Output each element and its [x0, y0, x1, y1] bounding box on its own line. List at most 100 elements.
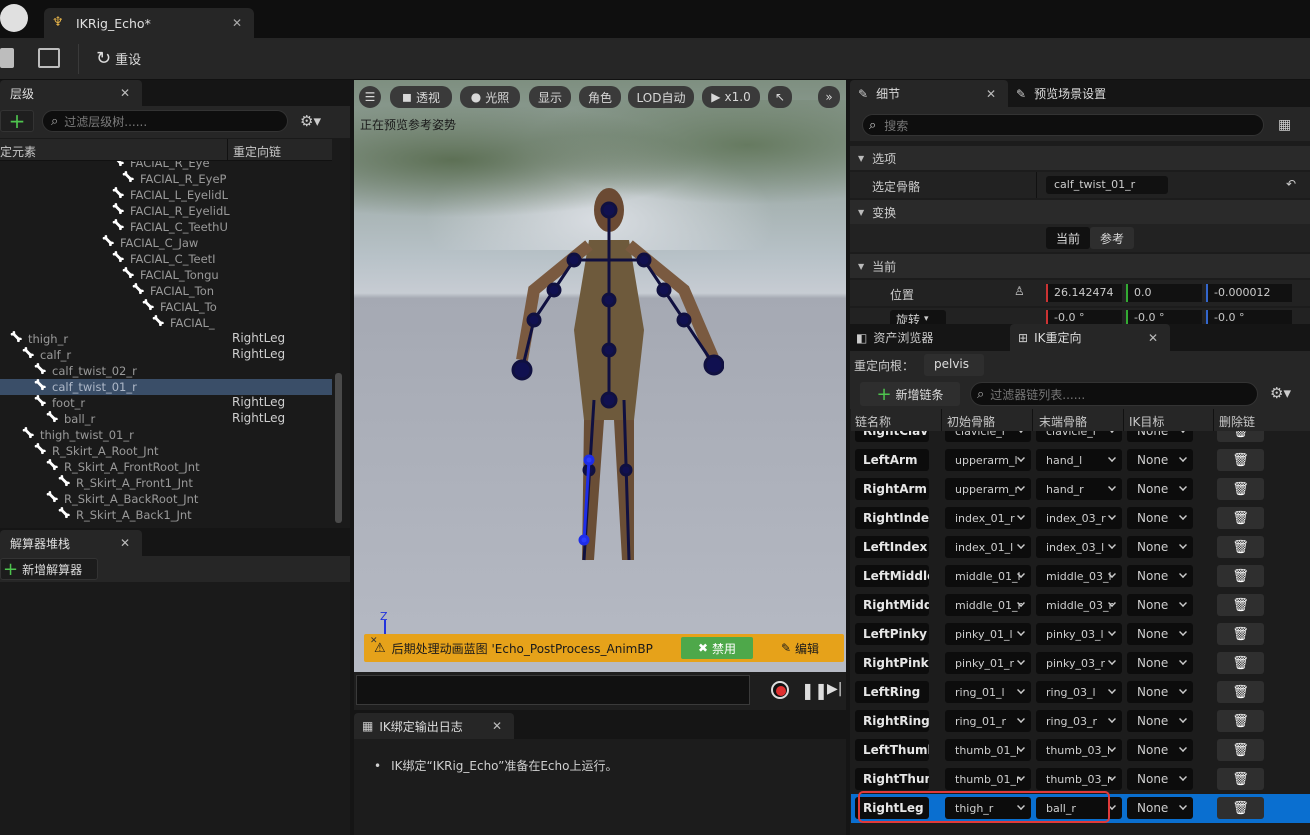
section-transform[interactable]: ▼ 变换	[850, 200, 1310, 224]
end-bone-dropdown[interactable]: middle_03_r	[1036, 594, 1122, 616]
close-tab-icon[interactable]: ✕	[232, 16, 242, 30]
chain-row[interactable]: RightIndex index_01_r index_03_r None 🗑	[851, 504, 1310, 533]
delete-chain-button[interactable]: 🗑	[1217, 739, 1264, 761]
close-details-icon[interactable]: ✕	[986, 87, 996, 101]
rotation-dropdown[interactable]: 旋转 ▾	[890, 310, 946, 324]
details-search-input[interactable]: ⌕ 搜索	[862, 114, 1264, 136]
ik-goal-dropdown[interactable]: None	[1127, 797, 1193, 819]
end-bone-dropdown[interactable]: index_03_l	[1036, 536, 1122, 558]
browse-icon[interactable]	[38, 48, 60, 68]
delete-chain-button[interactable]: 🗑	[1217, 681, 1264, 703]
chain-name-field[interactable]: RightRing	[855, 710, 929, 732]
start-bone-dropdown[interactable]: pinky_01_l	[945, 623, 1031, 645]
expand-toolbar-icon[interactable]: »	[818, 86, 840, 108]
delete-chain-button[interactable]: 🗑	[1217, 449, 1264, 471]
start-bone-dropdown[interactable]: index_01_r	[945, 507, 1031, 529]
chain-row[interactable]: LeftThumb thumb_01_l thumb_03_l None 🗑	[851, 736, 1310, 765]
ik-goal-dropdown[interactable]: None	[1127, 449, 1193, 471]
chain-row[interactable]: RightArm upperarm_r hand_r None 🗑	[851, 475, 1310, 504]
ik-goal-dropdown[interactable]: None	[1127, 536, 1193, 558]
reset-arrow-icon[interactable]: ↶	[1286, 177, 1296, 191]
edit-button[interactable]: ✎ 编辑	[762, 637, 838, 659]
add-chain-button[interactable]: + 新增链条	[860, 382, 960, 406]
chain-name-field[interactable]: LeftThumb	[855, 739, 929, 761]
chain-name-field[interactable]: RightClavicle	[855, 431, 929, 442]
hierarchy-scrollbar[interactable]	[335, 373, 342, 523]
add-solver-button[interactable]: + 新增解算器	[0, 558, 98, 580]
character-button[interactable]: 角色	[579, 86, 621, 108]
end-bone-dropdown[interactable]: pinky_03_r	[1036, 652, 1122, 674]
toggle-reference-button[interactable]: 参考	[1090, 227, 1134, 249]
record-button[interactable]	[771, 681, 789, 699]
tree-row[interactable]: 🦴 thigh_r	[10, 331, 68, 347]
chain-row[interactable]: LeftRing ring_01_l ring_03_l None 🗑	[851, 678, 1310, 707]
add-element-button[interactable]: +	[0, 109, 34, 133]
select-mode-button[interactable]: ↖	[768, 86, 792, 108]
tree-row[interactable]: 🦴 FACIAL_C_TeetI	[112, 251, 216, 267]
toggle-current-button[interactable]: 当前	[1046, 227, 1090, 249]
tree-row[interactable]: 🦴 R_Skirt_A_FrontRoot_Jnt	[46, 459, 200, 475]
tab-output-log[interactable]: ▦ IK绑定输出日志 ✕	[354, 713, 514, 739]
chain-name-field[interactable]: RightPinky	[855, 652, 929, 674]
tree-row[interactable]: 🦴 calf_r	[22, 347, 71, 363]
delete-chain-button[interactable]: 🗑	[1217, 478, 1264, 500]
end-bone-dropdown[interactable]: thumb_03_r	[1036, 768, 1122, 790]
delete-chain-button[interactable]: 🗑	[1217, 507, 1264, 529]
chain-row[interactable]: RightClavicle clavicle_r clavicle_r None 🗑	[851, 431, 1310, 446]
start-bone-dropdown[interactable]: clavicle_r	[945, 431, 1031, 442]
delete-chain-button[interactable]: 🗑	[1217, 797, 1264, 819]
ik-goal-dropdown[interactable]: None	[1127, 431, 1193, 442]
lod-button[interactable]: LOD自动	[628, 86, 694, 108]
delete-chain-button[interactable]: 🗑	[1217, 710, 1264, 732]
start-bone-dropdown[interactable]: ring_01_l	[945, 681, 1031, 703]
viewport-menu-button[interactable]: ☰	[359, 86, 381, 108]
close-log-icon[interactable]: ✕	[492, 719, 502, 733]
end-bone-dropdown[interactable]: ring_03_l	[1036, 681, 1122, 703]
tab-preview-scene[interactable]: ✎ 预览场景设置	[1016, 80, 1106, 107]
tree-row[interactable]: 🦴 FACIAL_L_EyelidL	[112, 187, 228, 203]
timeline-track[interactable]	[356, 675, 750, 705]
tree-row[interactable]: 🦴 FACIAL_Tongu	[122, 267, 219, 283]
tree-row[interactable]: 🦴 FACIAL_R_EyelidL	[112, 203, 230, 219]
end-bone-dropdown[interactable]: thumb_03_l	[1036, 739, 1122, 761]
start-bone-dropdown[interactable]: middle_01_l	[945, 565, 1031, 587]
disable-button[interactable]: ✖ 禁用	[681, 637, 753, 659]
end-bone-dropdown[interactable]: pinky_03_l	[1036, 623, 1122, 645]
lighting-button[interactable]: ● 光照	[460, 86, 520, 108]
start-bone-dropdown[interactable]: ring_01_r	[945, 710, 1031, 732]
end-bone-dropdown[interactable]: clavicle_r	[1036, 431, 1122, 442]
tree-row[interactable]: 🦴 FACIAL_R_EyeP	[122, 171, 227, 187]
show-button[interactable]: 显示	[529, 86, 571, 108]
warning-close-icon[interactable]: ✕	[370, 636, 378, 646]
close-solver-icon[interactable]: ✕	[120, 536, 130, 550]
tree-row[interactable]: 🦴 foot_r	[34, 395, 85, 411]
end-bone-dropdown[interactable]: middle_03_l	[1036, 565, 1122, 587]
save-icon[interactable]	[0, 48, 14, 68]
selected-bone-value[interactable]: calf_twist_01_r	[1046, 176, 1168, 194]
chain-filter-input[interactable]: ⌕ 过滤器链列表......	[970, 382, 1258, 406]
hierarchy-tree[interactable]: 🦴 FACIAL_R_Eye 🦴 FACIAL_R_EyeP 🦴 FACIAL_L_Eye…	[0, 161, 332, 525]
settings-gear-icon[interactable]: ⚙▾	[300, 112, 321, 130]
chain-name-field[interactable]: LeftRing	[855, 681, 929, 703]
start-bone-dropdown[interactable]: upperarm_r	[945, 478, 1031, 500]
chain-name-field[interactable]: LeftArm	[855, 449, 929, 471]
tab-hierarchy[interactable]: 层级 ✕	[0, 80, 142, 106]
tree-row[interactable]: 🦴 FACIAL_C_TeethU	[112, 219, 228, 235]
chain-name-field[interactable]: RightThumb	[855, 768, 929, 790]
end-bone-dropdown[interactable]: index_03_r	[1036, 507, 1122, 529]
pause-button[interactable]: ❚❚	[801, 681, 828, 700]
perspective-button[interactable]: ◼ 透视	[390, 86, 452, 108]
start-bone-dropdown[interactable]: upperarm_l	[945, 449, 1031, 471]
chain-name-field[interactable]: RightMiddle	[855, 594, 929, 616]
tree-row[interactable]: 🦴 calf_twist_02_r	[34, 363, 137, 379]
chain-row[interactable]: LeftArm upperarm_l hand_l None 🗑	[851, 446, 1310, 475]
close-retarget-icon[interactable]: ✕	[1148, 331, 1158, 345]
start-bone-dropdown[interactable]: pinky_01_r	[945, 652, 1031, 674]
delete-chain-button[interactable]: 🗑	[1217, 652, 1264, 674]
ik-goal-dropdown[interactable]: None	[1127, 768, 1193, 790]
chain-name-field[interactable]: LeftIndex	[855, 536, 929, 558]
tree-row[interactable]: 🦴 R_Skirt_A_Root_Jnt	[34, 443, 159, 459]
ik-goal-dropdown[interactable]: None	[1127, 652, 1193, 674]
position-z-field[interactable]: -0.000012	[1206, 284, 1292, 302]
play-speed-button[interactable]: ▶ x1.0	[702, 86, 760, 108]
